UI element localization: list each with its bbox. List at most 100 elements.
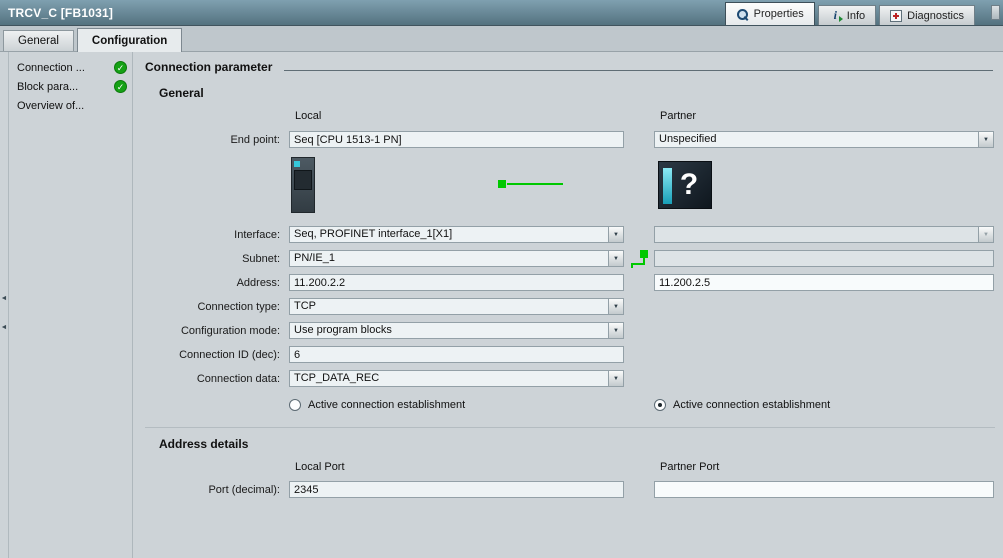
tab-configuration-label: Configuration <box>92 35 167 47</box>
question-mark-icon: ? <box>680 168 698 202</box>
configuration-nav: Connection ... ✓ Block para... ✓ Overvie… <box>9 52 133 558</box>
chevron-down-icon: ▼ <box>608 323 623 338</box>
tab-configuration[interactable]: Configuration <box>77 28 182 52</box>
title-rule <box>284 70 993 71</box>
interface-label: Interface: <box>145 229 289 241</box>
end-point-label: End point: <box>145 134 289 146</box>
connection-data-row: Connection data: TCP_DATA_REC ▼ <box>145 370 995 387</box>
diagnostics-icon <box>890 10 902 22</box>
local-column-header: Local <box>289 110 321 122</box>
properties-icon <box>736 8 749 21</box>
chevron-down-icon: ▼ <box>608 371 623 386</box>
status-ok-icon: ✓ <box>114 61 127 74</box>
connection-data-value: TCP_DATA_REC <box>290 371 608 386</box>
pane-collapse-strip: ◄ ◄ <box>0 52 9 558</box>
partner-active-establishment-label: Active connection establishment <box>673 399 830 411</box>
connection-data-dropdown[interactable]: TCP_DATA_REC ▼ <box>289 370 624 387</box>
local-interface-value: Seq, PROFINET interface_1[X1] <box>290 227 608 242</box>
page-title: Connection parameter <box>145 60 272 74</box>
connection-data-label: Connection data: <box>145 373 289 385</box>
partner-port-input[interactable] <box>654 481 994 498</box>
subnet-label: Subnet: <box>145 253 289 265</box>
local-subnet-dropdown[interactable]: PN/IE_1 ▼ <box>289 250 624 267</box>
port-label: Port (decimal): <box>145 484 289 496</box>
collapse-pane-button-bottom[interactable]: ◄ <box>0 319 9 335</box>
connection-id-label: Connection ID (dec): <box>145 349 289 361</box>
connection-type-row: Connection type: TCP ▼ <box>145 298 995 315</box>
tab-properties[interactable]: Properties <box>725 2 815 25</box>
section-general-title: General <box>159 86 995 100</box>
port-header-row: Local Port Partner Port <box>145 458 995 475</box>
chevron-down-icon: ▼ <box>608 299 623 314</box>
nav-item-block-parameter[interactable]: Block para... ✓ <box>9 77 132 96</box>
nav-item-label: Overview of... <box>17 100 84 112</box>
chevron-down-icon: ▼ <box>608 227 623 242</box>
inspector-tab-bar: Properties i Info Diagnostics <box>725 2 975 25</box>
chevron-left-icon: ◄ <box>1 295 8 302</box>
connection-type-value: TCP <box>290 299 608 314</box>
subnet-row: Subnet: PN/IE_1 ▼ <box>145 250 995 267</box>
local-active-establishment-label: Active connection establishment <box>308 399 465 411</box>
interface-row: Interface: Seq, PROFINET interface_1[X1]… <box>145 226 995 243</box>
active-establishment-row: Active connection establishment Active c… <box>145 396 995 413</box>
tab-diagnostics-label: Diagnostics <box>907 10 964 22</box>
connection-line-graphic <box>507 183 563 185</box>
status-ok-icon: ✓ <box>114 80 127 93</box>
nav-item-label: Connection ... <box>17 62 85 74</box>
chevron-down-icon: ▼ <box>608 251 623 266</box>
connection-type-dropdown[interactable]: TCP ▼ <box>289 298 624 315</box>
partner-column-header: Partner <box>654 110 696 122</box>
partner-address-input[interactable] <box>654 274 994 291</box>
chevron-left-icon: ◄ <box>1 324 8 331</box>
local-interface-dropdown[interactable]: Seq, PROFINET interface_1[X1] ▼ <box>289 226 624 243</box>
connection-id-input[interactable] <box>289 346 624 363</box>
connection-id-row: Connection ID (dec): <box>145 346 995 363</box>
tab-general-label: General <box>18 35 59 47</box>
view-tab-bar: General Configuration <box>0 26 1003 52</box>
page-title-row: Connection parameter <box>145 60 995 74</box>
nav-item-overview[interactable]: Overview of... <box>9 96 132 115</box>
collapse-pane-button-top[interactable]: ◄ <box>0 290 9 306</box>
local-end-point-input[interactable] <box>289 131 624 148</box>
connection-type-label: Connection type: <box>145 301 289 313</box>
chevron-down-icon: ▼ <box>978 227 993 242</box>
configuration-mode-label: Configuration mode: <box>145 325 289 337</box>
tab-info-label: Info <box>847 10 865 22</box>
local-subnet-value: PN/IE_1 <box>290 251 608 266</box>
address-row: Address: <box>145 274 995 291</box>
tab-general[interactable]: General <box>3 30 74 51</box>
partner-end-point-value: Unspecified <box>655 132 978 147</box>
configuration-mode-value: Use program blocks <box>290 323 608 338</box>
column-header-row: Local Partner <box>145 107 995 124</box>
subnet-network-icon <box>631 250 648 268</box>
local-port-header: Local Port <box>289 461 345 473</box>
chevron-down-icon: ▼ <box>978 132 993 147</box>
tab-properties-label: Properties <box>754 8 804 20</box>
partner-active-establishment-radio[interactable] <box>654 399 666 411</box>
partner-interface-dropdown: ▼ <box>654 226 994 243</box>
partner-port-header: Partner Port <box>654 461 719 473</box>
partner-interface-value <box>655 227 978 242</box>
info-icon: i <box>829 9 842 22</box>
window-title: TRCV_C [FB1031] <box>8 6 113 20</box>
address-label: Address: <box>145 277 289 289</box>
configuration-mode-dropdown[interactable]: Use program blocks ▼ <box>289 322 624 339</box>
partner-unknown-device-image: ? <box>658 161 712 209</box>
partner-end-point-dropdown[interactable]: Unspecified ▼ <box>654 131 994 148</box>
address-details-title: Address details <box>159 437 995 451</box>
nav-item-connection-parameter[interactable]: Connection ... ✓ <box>9 58 132 77</box>
local-port-input[interactable] <box>289 481 624 498</box>
inspector-title-bar: TRCV_C [FB1031] Properties i Info Diagno… <box>0 0 1003 26</box>
connection-parameter-panel: Connection parameter General Local Partn… <box>133 52 1003 558</box>
local-active-establishment-radio[interactable] <box>289 399 301 411</box>
local-address-input[interactable] <box>289 274 624 291</box>
tab-info[interactable]: i Info <box>818 5 876 25</box>
address-details-section: Address details Local Port Partner Port … <box>145 427 995 498</box>
window-edge-button[interactable] <box>991 5 1000 20</box>
nav-item-label: Block para... <box>17 81 78 93</box>
device-graphic-row: ? <box>145 156 995 214</box>
partner-subnet-input <box>654 250 994 267</box>
local-cpu-image <box>291 157 315 213</box>
tab-diagnostics[interactable]: Diagnostics <box>879 5 975 25</box>
port-row: Port (decimal): <box>145 481 995 498</box>
